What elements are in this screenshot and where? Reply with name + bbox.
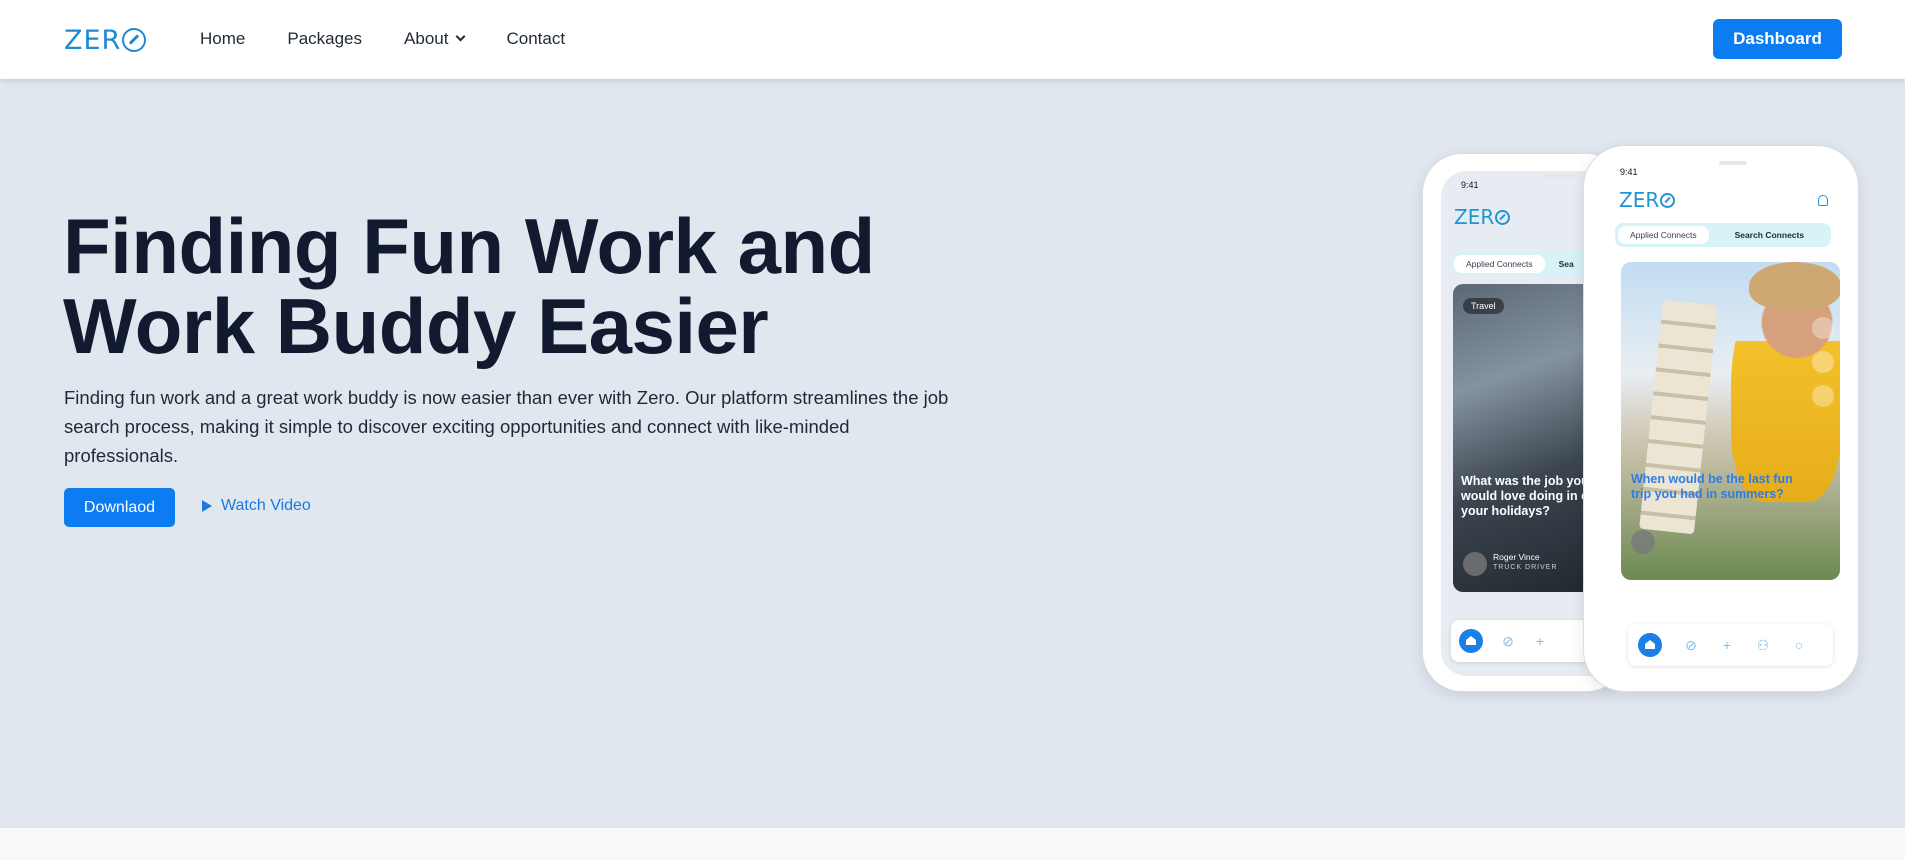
- phone-time: 9:41: [1620, 167, 1638, 177]
- phone-mockup-front: 9:41 ZER Applied Connects Search Connect…: [1583, 145, 1859, 692]
- compass-o-icon: [1495, 209, 1511, 225]
- play-icon: [202, 500, 212, 512]
- avatar: [1463, 552, 1487, 576]
- hero-headline-line-1: Finding Fun Work and: [63, 202, 875, 290]
- compass-icon: ⊘: [1502, 633, 1514, 649]
- phone-logo-text: ZER: [1454, 205, 1495, 229]
- tab-applied-connects: Applied Connects: [1618, 226, 1709, 244]
- hero-description: Finding fun work and a great work buddy …: [64, 387, 949, 466]
- watch-video-label: Watch Video: [221, 497, 311, 514]
- nav-link-about[interactable]: About: [404, 28, 466, 50]
- navbar: ZER Home Packages About Contact Dashboar…: [0, 0, 1905, 79]
- home-icon: [1459, 629, 1483, 653]
- card-name: Roger Vince: [1493, 552, 1540, 562]
- nav-links: Home Packages About Contact: [200, 28, 607, 50]
- phone-logo: ZER: [1619, 188, 1676, 212]
- logo[interactable]: ZER: [64, 24, 147, 56]
- plus-icon: +: [1722, 637, 1732, 653]
- next-section-strip: [0, 828, 1905, 860]
- bell-icon: [1818, 195, 1828, 206]
- more-icon: [1812, 385, 1834, 407]
- watch-video-link[interactable]: Watch Video: [202, 497, 311, 515]
- hero-section: Finding Fun Work and Work Buddy Easier F…: [0, 79, 1905, 828]
- chat-icon: ○: [1794, 637, 1804, 653]
- phone-tabs: Applied Connects Search Connects: [1615, 223, 1831, 247]
- phone-time: 9:41: [1461, 180, 1479, 190]
- compass-o-icon: [1660, 192, 1676, 208]
- home-icon: [1638, 633, 1662, 657]
- tab-search-connects: Sea: [1558, 259, 1574, 269]
- phone-notch: [1545, 174, 1575, 178]
- tab-search-connects: Search Connects: [1734, 230, 1805, 240]
- plus-icon: +: [1535, 633, 1545, 649]
- download-button[interactable]: Downlaod: [64, 488, 175, 527]
- phone-bottom-nav: ⊘ + ⚇ ○: [1628, 624, 1833, 666]
- chevron-down-icon: [456, 31, 466, 42]
- nav-link-about-label: About: [404, 29, 449, 48]
- phone-card: When would be the last fun trip you had …: [1621, 262, 1840, 580]
- hat-image: [1749, 262, 1840, 310]
- nav-link-home[interactable]: Home: [200, 28, 245, 50]
- compass-o-icon: [122, 28, 147, 52]
- bookmark-icon: [1812, 351, 1834, 373]
- users-icon: ⚇: [1756, 637, 1770, 653]
- logo-text: ZER: [64, 24, 122, 56]
- card-question: When would be the last fun trip you had …: [1631, 472, 1793, 501]
- tab-applied-connects: Applied Connects: [1454, 255, 1545, 273]
- hero-headline-line-2: Work Buddy Easier: [63, 282, 769, 370]
- like-icon: [1812, 317, 1834, 339]
- compass-icon: ⊘: [1685, 637, 1697, 653]
- nav-link-contact[interactable]: Contact: [506, 28, 565, 50]
- nav-link-packages[interactable]: Packages: [287, 28, 362, 50]
- hero-headline: Finding Fun Work and Work Buddy Easier: [63, 206, 963, 366]
- dashboard-button[interactable]: Dashboard: [1713, 19, 1842, 59]
- phone-front-screen: 9:41 ZER Applied Connects Search Connect…: [1596, 158, 1848, 679]
- phone-logo: ZER: [1454, 205, 1511, 229]
- travel-chip: Travel: [1463, 298, 1504, 314]
- phone-notch: [1719, 161, 1747, 165]
- avatar: [1631, 530, 1655, 554]
- card-actions: [1812, 317, 1834, 407]
- card-role: TRUCK DRIVER: [1493, 564, 1558, 571]
- phone-logo-text: ZER: [1619, 188, 1660, 212]
